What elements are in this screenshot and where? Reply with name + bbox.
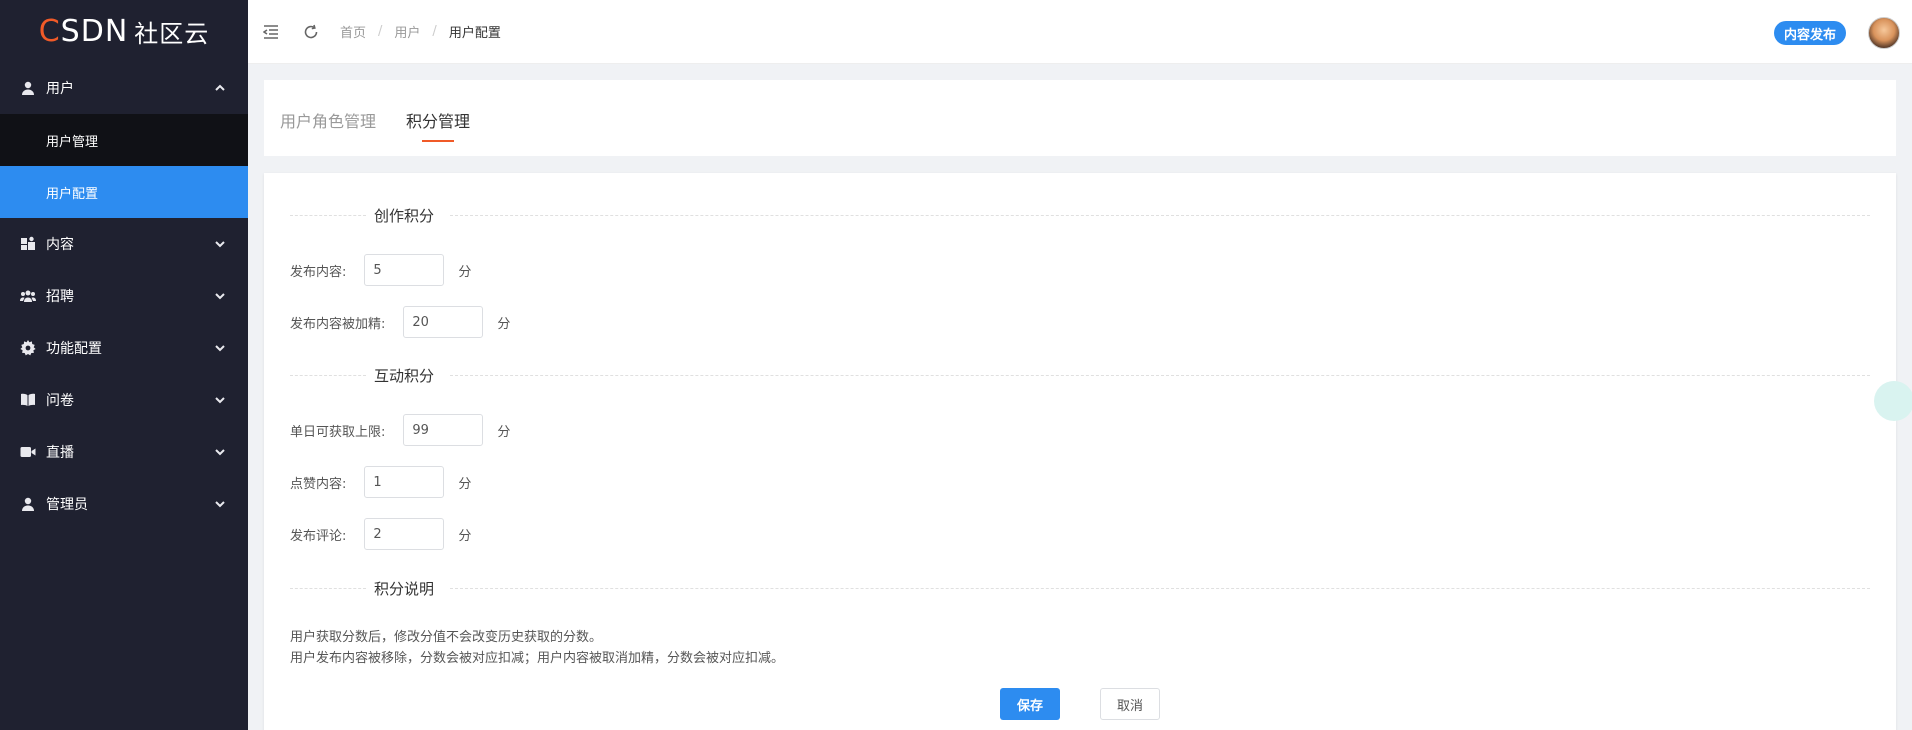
logo-brand: 社区云 xyxy=(134,19,210,48)
tabs-bar: 用户角色管理 积分管理 xyxy=(264,80,1896,156)
chevron-up-icon xyxy=(214,82,226,94)
chevron-down-icon xyxy=(214,446,226,458)
field-label: 发布内容: xyxy=(290,264,347,280)
section-title: 积分说明 xyxy=(374,580,435,598)
field-like-content: 点赞内容: 1 分 xyxy=(290,466,471,498)
divider xyxy=(290,588,366,589)
save-button[interactable]: 保存 xyxy=(1000,688,1060,720)
breadcrumb-current: 用户配置 xyxy=(448,26,501,41)
field-label: 发布评论: xyxy=(290,528,347,544)
chevron-down-icon xyxy=(214,238,226,250)
sidebar-item-admin[interactable]: 管理员 xyxy=(0,478,248,530)
tab-points[interactable]: 积分管理 xyxy=(406,108,470,132)
section-create-points: 创作积分 xyxy=(290,205,1870,225)
cancel-button[interactable]: 取消 xyxy=(1100,688,1160,720)
field-label: 发布内容被加精: xyxy=(290,316,386,332)
publish-content-button[interactable]: 内容发布 xyxy=(1773,21,1846,45)
floating-widget[interactable] xyxy=(1874,381,1912,421)
chevron-down-icon xyxy=(214,394,226,406)
sidebar-item-survey[interactable]: 问卷 xyxy=(0,374,248,426)
note-line: 用户发布内容被移除，分数会被对应扣减；用户内容被取消加精，分数会被对应扣减。 xyxy=(290,651,785,666)
unit-label: 分 xyxy=(458,264,472,280)
breadcrumb-user[interactable]: 用户 xyxy=(394,22,420,41)
team-icon xyxy=(20,288,36,304)
content-icon xyxy=(20,236,36,252)
video-icon xyxy=(20,444,36,460)
gear-icon xyxy=(20,340,36,356)
divider xyxy=(290,375,366,376)
points-notes: 用户获取分数后，修改分值不会改变历史获取的分数。 用户发布内容被移除，分数会被对… xyxy=(290,627,784,669)
sidebar-item-label: 问卷 xyxy=(46,393,74,409)
breadcrumb-separator: / xyxy=(378,24,383,39)
sidebar: C SDN 社区云 用户 用户管理 用户配置 内容 招聘 功能配置 问卷 直播 … xyxy=(0,0,248,730)
sidebar-item-label: 内容 xyxy=(46,237,74,253)
avatar[interactable] xyxy=(1868,17,1900,49)
unit-label: 分 xyxy=(458,528,472,544)
post-comment-input[interactable]: 2 xyxy=(364,518,445,550)
field-daily-limit: 单日可获取上限: 99 分 xyxy=(290,414,510,446)
breadcrumb-separator: / xyxy=(432,24,437,39)
sidebar-item-recruit[interactable]: 招聘 xyxy=(0,270,248,322)
submenu-user: 用户管理 用户配置 xyxy=(0,114,248,218)
section-interact-points: 互动积分 xyxy=(290,365,1870,385)
divider xyxy=(290,215,366,216)
field-featured-content: 发布内容被加精: 20 分 xyxy=(290,306,510,338)
note-line: 用户获取分数后，修改分值不会改变历史获取的分数。 xyxy=(290,630,603,645)
sidebar-item-label: 用户 xyxy=(46,81,74,97)
sidebar-item-live[interactable]: 直播 xyxy=(0,426,248,478)
daily-limit-input[interactable]: 99 xyxy=(403,414,484,446)
book-icon xyxy=(20,392,36,408)
sidebar-item-content[interactable]: 内容 xyxy=(0,218,248,270)
refresh-icon[interactable] xyxy=(302,23,320,41)
admin-icon xyxy=(20,496,36,512)
breadcrumb-home[interactable]: 首页 xyxy=(340,22,366,41)
sidebar-item-label: 功能配置 xyxy=(46,341,102,357)
sidebar-item-label: 直播 xyxy=(46,445,74,461)
field-post-comment: 发布评论: 2 分 xyxy=(290,518,471,550)
field-label: 点赞内容: xyxy=(290,476,347,492)
section-title: 创作积分 xyxy=(374,207,435,225)
publish-content-input[interactable]: 5 xyxy=(364,254,445,286)
section-points-description: 积分说明 xyxy=(290,578,1870,598)
user-icon xyxy=(20,80,36,96)
divider xyxy=(450,588,1870,589)
section-title: 互动积分 xyxy=(374,367,435,385)
active-tab-indicator xyxy=(422,140,454,142)
sidebar-item-label: 招聘 xyxy=(46,289,74,305)
like-content-input[interactable]: 1 xyxy=(364,466,445,498)
logo-c: C xyxy=(38,13,61,49)
logo-sdn: SDN xyxy=(60,13,129,49)
tab-user-role[interactable]: 用户角色管理 xyxy=(280,108,376,132)
unit-label: 分 xyxy=(458,476,472,492)
chevron-down-icon xyxy=(214,290,226,302)
sidebar-subitem-user-config[interactable]: 用户配置 xyxy=(0,166,248,218)
featured-content-input[interactable]: 20 xyxy=(403,306,484,338)
sidebar-item-feature-config[interactable]: 功能配置 xyxy=(0,322,248,374)
sidebar-item-user[interactable]: 用户 xyxy=(0,62,248,114)
sidebar-subitem-user-manage[interactable]: 用户管理 xyxy=(0,114,248,166)
chevron-down-icon xyxy=(214,342,226,354)
menu-collapse-icon[interactable] xyxy=(262,23,280,41)
logo[interactable]: C SDN 社区云 xyxy=(0,0,248,62)
unit-label: 分 xyxy=(497,424,511,440)
unit-label: 分 xyxy=(497,316,511,332)
chevron-down-icon xyxy=(214,498,226,510)
field-label: 单日可获取上限: xyxy=(290,424,386,440)
divider xyxy=(450,215,1870,216)
breadcrumb: 首页 / 用户 / 用户配置 xyxy=(340,22,501,41)
sidebar-item-label: 管理员 xyxy=(46,497,88,513)
field-publish-content: 发布内容: 5 分 xyxy=(290,254,471,286)
divider xyxy=(450,375,1870,376)
points-form: 创作积分 发布内容: 5 分 发布内容被加精: 20 分 互动积分 单日可获取上… xyxy=(264,173,1912,730)
top-header: 首页 / 用户 / 用户配置 内容发布 xyxy=(248,0,1912,64)
